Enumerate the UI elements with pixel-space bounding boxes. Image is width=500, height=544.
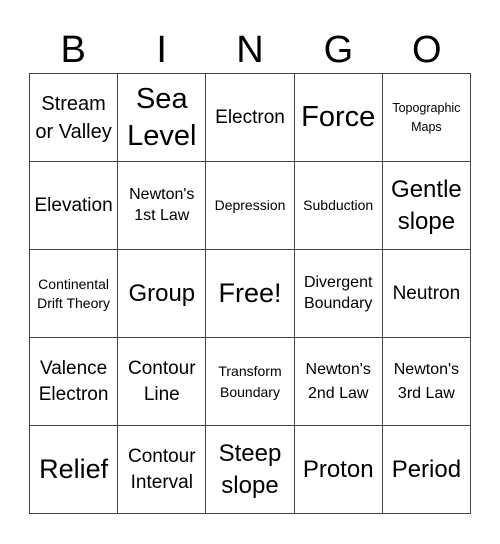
bingo-cell[interactable]: Steep slope [206, 426, 295, 514]
bingo-cell[interactable]: Newton's 2nd Law [294, 338, 383, 426]
bingo-cell[interactable]: Divergent Boundary [294, 250, 383, 338]
cell-label: Proton [302, 455, 374, 483]
cell-label: Sea Level [127, 83, 197, 152]
bingo-cell[interactable]: Continental Drift Theory [30, 250, 119, 338]
cell-label: Depression [214, 197, 286, 214]
cell-label: Contour Line [127, 357, 196, 405]
cell-label: Group [128, 279, 196, 307]
bingo-cell[interactable]: Electron [206, 74, 295, 162]
cell-label: Topographic Maps [392, 101, 461, 134]
cell-label: Contour Interval [127, 445, 196, 493]
header-letter-n: N [236, 29, 264, 71]
cell-label: Steep slope [218, 440, 282, 499]
header-letter-o: O [412, 29, 442, 71]
bingo-cell[interactable]: Sea Level [118, 74, 207, 162]
bingo-cell[interactable]: Transform Boundary [206, 338, 295, 426]
cell-label: Newton's 1st Law [129, 185, 195, 224]
cell-label: Gentle slope [391, 176, 462, 235]
cell-label: Relief [39, 454, 109, 485]
bingo-cell[interactable]: Stream or Valley [30, 74, 119, 162]
bingo-cell[interactable]: Topographic Maps [382, 74, 471, 162]
bingo-cell[interactable]: Elevation [30, 162, 119, 250]
cell-label: Neutron [392, 282, 461, 304]
cell-label: Continental Drift Theory [37, 275, 111, 311]
bingo-cell[interactable]: Contour Line [118, 338, 207, 426]
bingo-cell[interactable]: Gentle slope [382, 162, 471, 250]
bingo-cell[interactable]: Valence Electron [30, 338, 119, 426]
bingo-cell[interactable]: Force [294, 74, 383, 162]
bingo-cell[interactable]: Group [118, 250, 207, 338]
bingo-cell[interactable]: Neutron [382, 250, 471, 338]
bingo-cell[interactable]: Period [382, 426, 471, 514]
bingo-cell[interactable]: Contour Interval [118, 426, 207, 514]
bingo-cell[interactable]: Newton's 3rd Law [382, 338, 471, 426]
bingo-cell[interactable]: Proton [294, 426, 383, 514]
bingo-cell[interactable]: Depression [206, 162, 295, 250]
cell-label: Newton's 2nd Law [305, 361, 371, 402]
cell-label: Subduction [303, 197, 374, 214]
cell-label: Period [391, 455, 462, 483]
cell-label: Valence Electron [38, 357, 109, 405]
cell-label: Divergent Boundary [303, 273, 373, 312]
bingo-header: B I N G O [29, 26, 471, 74]
header-letter-g: G [323, 29, 354, 71]
free-space-label: Free! [218, 278, 282, 309]
cell-label: Elevation [34, 194, 113, 216]
free-space-cell[interactable]: Free! [206, 250, 295, 338]
cell-label: Transform Boundary [218, 362, 282, 400]
header-letter-b: B [60, 29, 86, 71]
bingo-cell[interactable]: Subduction [294, 162, 383, 250]
bingo-board: Stream or Valley Sea Level Electron Forc… [29, 73, 471, 514]
bingo-cell[interactable]: Newton's 1st Law [118, 162, 207, 250]
bingo-cell[interactable]: Relief [30, 426, 119, 514]
header-letter-i: I [156, 29, 167, 71]
cell-label: Force [301, 101, 376, 134]
cell-label: Electron [215, 106, 285, 128]
cell-label: Stream or Valley [35, 92, 112, 143]
cell-label: Newton's 3rd Law [393, 361, 460, 402]
